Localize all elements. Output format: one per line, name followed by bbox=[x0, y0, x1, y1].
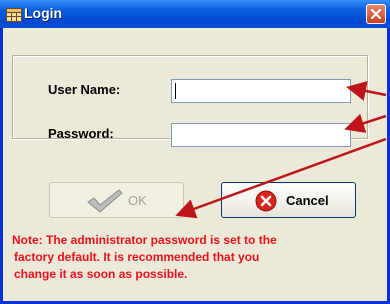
arrow-to-ok-button bbox=[175, 137, 387, 219]
arrow-to-username bbox=[346, 81, 387, 101]
arrow-to-password bbox=[344, 113, 387, 133]
annotation-arrows bbox=[175, 81, 387, 219]
